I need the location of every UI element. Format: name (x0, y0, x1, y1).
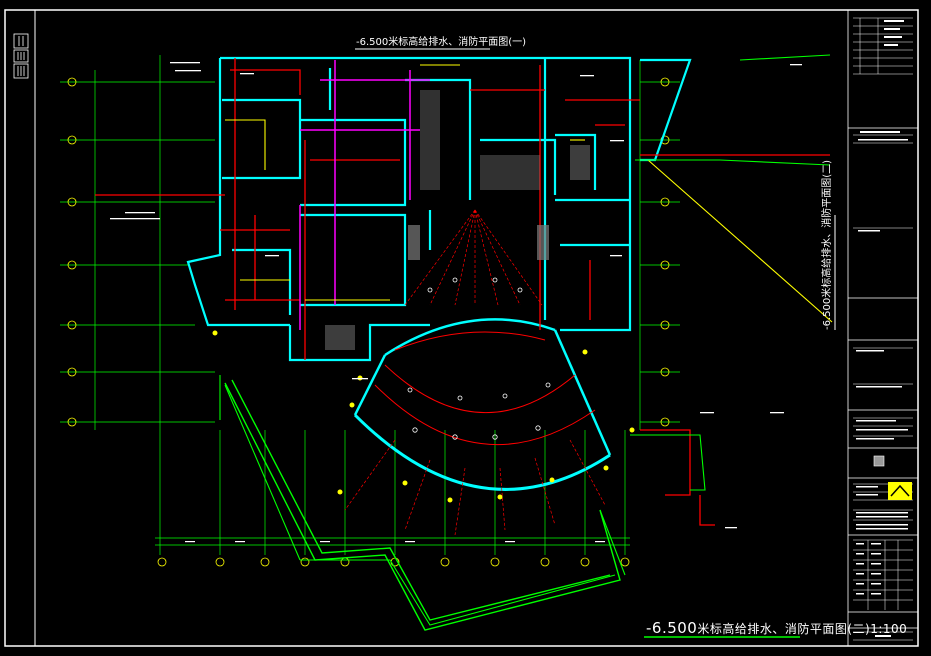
outer-landscape (224, 379, 621, 631)
drawing-title-side: -6.500米标高给排水、消防平面图(二) (822, 159, 833, 330)
main-title-text: 米标高给排水、消防平面图(二) (697, 622, 871, 636)
title-block (847, 10, 918, 646)
fire-pipes (95, 58, 830, 526)
drawing-canvas (4, 9, 919, 647)
sprinkler-heads (407, 277, 551, 440)
drain-pipes (225, 64, 833, 323)
hatch-areas (325, 90, 590, 350)
drawing-frame (4, 9, 919, 647)
pipe-labels (110, 62, 802, 529)
left-margin-marks (13, 33, 29, 79)
main-title-elevation: -6.500 (646, 619, 698, 637)
drawing-title-main: -6.500米标高给排水、消防平面图(二)1:100 (646, 619, 907, 637)
main-title-scale: 1:100 (870, 622, 908, 636)
water-pipes (299, 60, 430, 330)
drawing-title-top: -6.500米标高给排水、消防平面图(一) (356, 37, 527, 48)
title-block-text-marks (856, 20, 908, 637)
title-block-rows (853, 17, 913, 641)
auditorium (353, 318, 612, 491)
